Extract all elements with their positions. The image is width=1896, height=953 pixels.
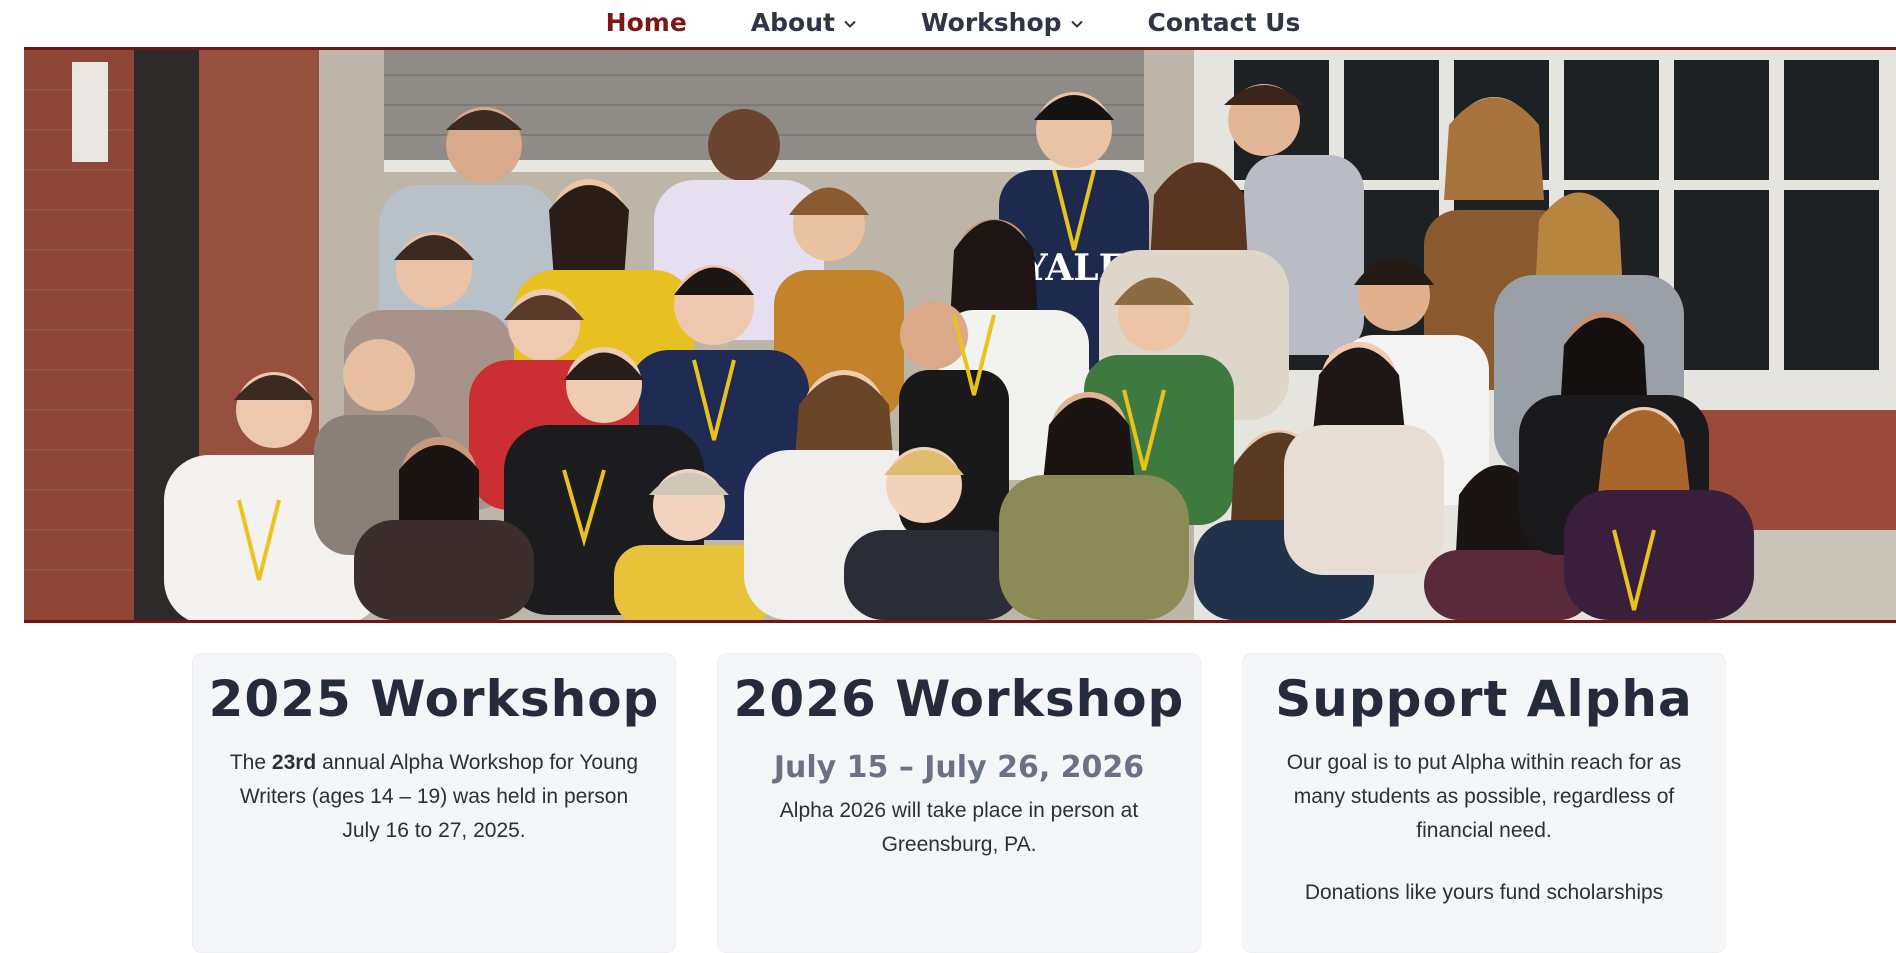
card-2026-workshop: 2026 Workshop July 15 – July 26, 2026 Al…	[717, 653, 1201, 953]
card-title: Support Alpha	[1275, 670, 1693, 728]
card-tail-text: Donations like yours fund scholarships	[1304, 881, 1664, 904]
card-support-alpha: Support Alpha Our goal is to put Alpha w…	[1242, 653, 1726, 953]
card-body: Alpha 2026 will take place in person at …	[779, 799, 1139, 856]
card-body: The 23rd annual Alpha Workshop for Young…	[214, 746, 654, 848]
card-dates: July 15 – July 26, 2026	[773, 750, 1145, 785]
nav-workshop-label: Workshop	[920, 7, 1062, 37]
nav-contact[interactable]: Contact Us	[1148, 6, 1301, 43]
nav-about[interactable]: About	[751, 6, 857, 43]
card-text-bold: 23rd	[271, 751, 317, 774]
hero-photo: YALE	[24, 47, 1896, 623]
nav-contact-label: Contact Us	[1147, 7, 1301, 37]
card-text-prefix: The	[229, 751, 272, 774]
nav-about-label: About	[750, 7, 835, 37]
nav-home[interactable]: Home	[606, 6, 687, 43]
card-body: Our goal is to put Alpha within reach fo…	[1286, 751, 1682, 842]
card-title: 2026 Workshop	[733, 670, 1185, 728]
nav-home-label: Home	[605, 7, 687, 37]
group-photo-illustration: YALE	[24, 50, 1896, 620]
card-dates: July 16 to 27, 2025.	[342, 819, 526, 842]
card-title: 2025 Workshop	[208, 670, 660, 728]
nav-workshop[interactable]: Workshop	[921, 6, 1084, 43]
chevron-down-icon	[843, 17, 857, 31]
card-2025-workshop: 2025 Workshop The 23rd annual Alpha Work…	[192, 653, 676, 953]
chevron-down-icon	[1070, 17, 1084, 31]
main-nav: Home About Workshop Contact Us	[0, 0, 1896, 48]
